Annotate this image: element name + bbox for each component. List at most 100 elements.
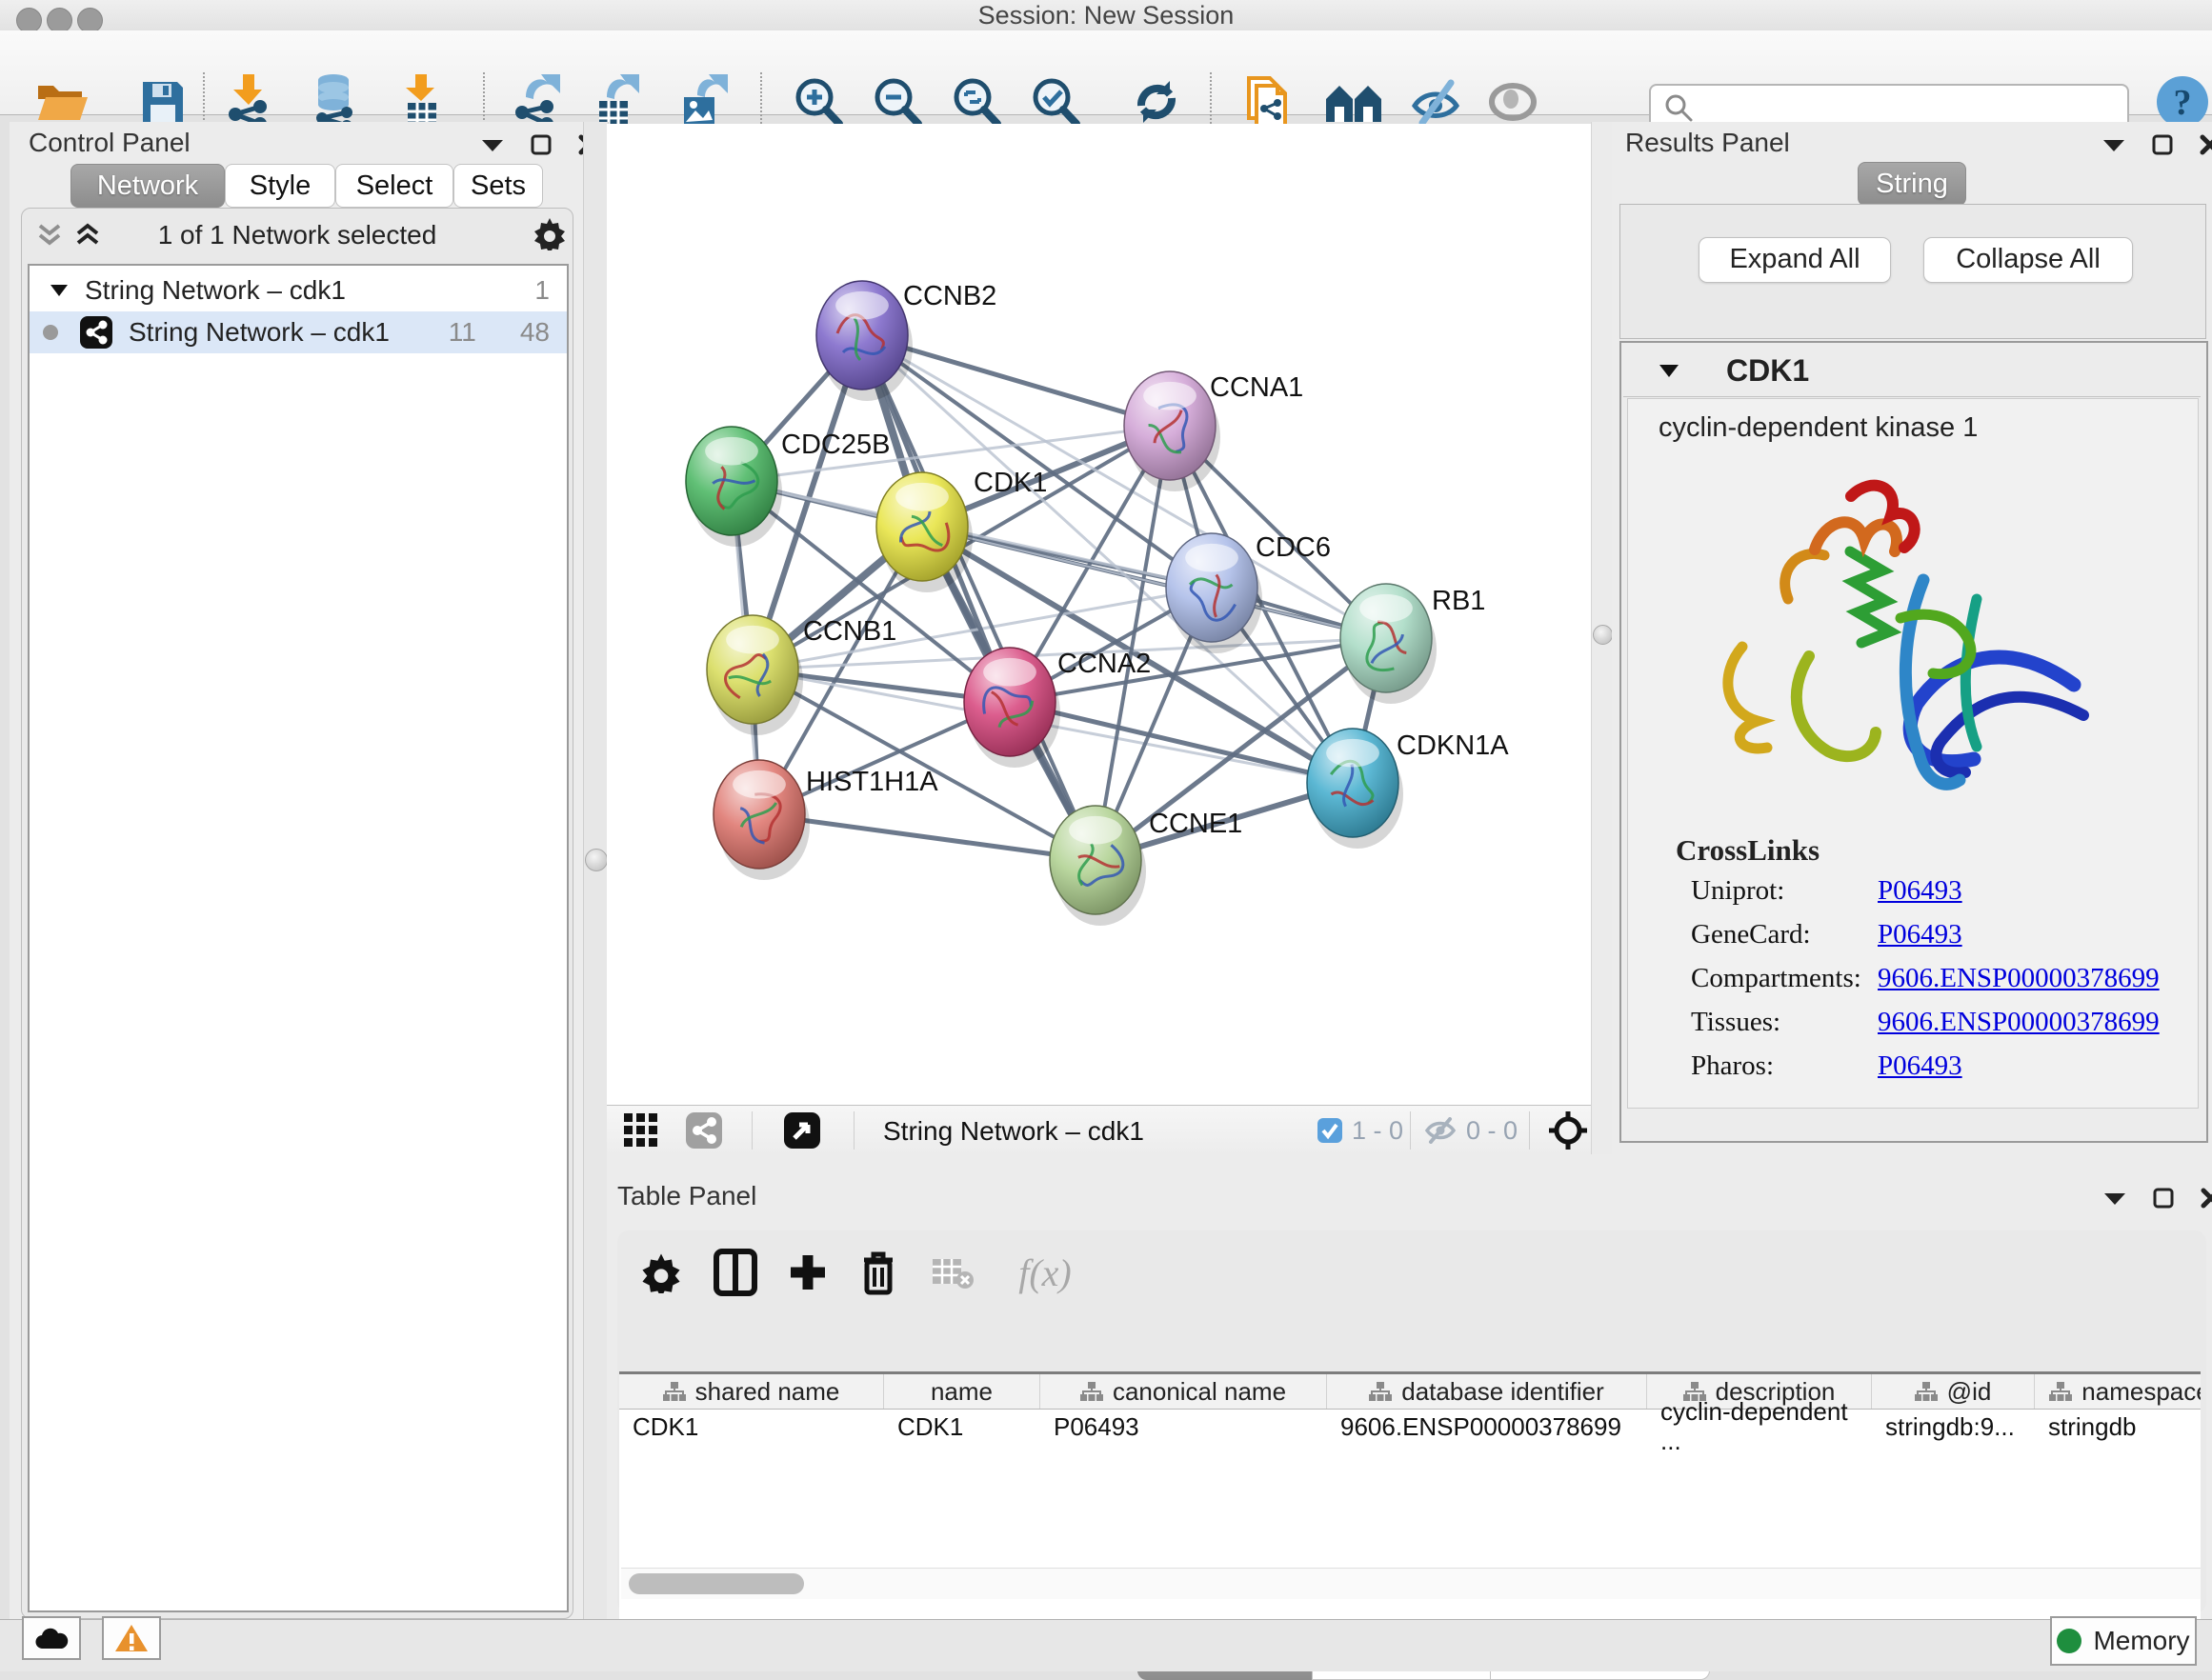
network-list-group: 1 of 1 Network selected String Network –…: [21, 208, 573, 1619]
column-label: database identifier: [1401, 1377, 1603, 1407]
navigator-icon: [783, 1111, 821, 1150]
fit-selected-button[interactable]: [1548, 1110, 1588, 1150]
panel-menu-icon[interactable]: [2101, 136, 2126, 153]
crosslink-row: Tissues: 9606.ENSP00000378699: [1691, 1007, 2160, 1038]
share-icon: [685, 1111, 723, 1150]
table-settings-button[interactable]: [634, 1246, 688, 1299]
table-cell[interactable]: 9606.ENSP00000378699: [1327, 1410, 1647, 1444]
column-header-shared-name[interactable]: shared name: [619, 1374, 884, 1409]
tab-network[interactable]: Network: [70, 164, 225, 208]
gene-description: cyclin-dependent kinase 1: [1659, 412, 1978, 444]
collection-count: 1: [534, 275, 550, 306]
zoom-in-icon: [790, 74, 845, 130]
function-builder-button[interactable]: f(x): [1002, 1246, 1088, 1299]
crosslink-link[interactable]: P06493: [1878, 875, 1962, 907]
table-row[interactable]: CDK1CDK1P064939606.ENSP00000378699cyclin…: [619, 1410, 2201, 1444]
crosslink-link[interactable]: P06493: [1878, 919, 1962, 950]
network-node-CDKN1A[interactable]: CDKN1A: [1307, 729, 1509, 849]
float-panel-icon[interactable]: [2151, 133, 2174, 156]
expand-all-button[interactable]: Expand All: [1699, 237, 1891, 283]
network-node-CCNA1[interactable]: CCNA1: [1124, 371, 1303, 491]
table-horizontal-scrollbar[interactable]: [621, 1568, 2201, 1599]
column-label: shared name: [695, 1377, 840, 1407]
collapse-all-button[interactable]: Collapse All: [1923, 237, 2133, 283]
minimize-window-button[interactable]: [47, 8, 72, 33]
network-node-CDC25B[interactable]: CDC25B: [686, 427, 890, 547]
gene-header[interactable]: CDK1: [1623, 345, 2201, 397]
table-header-row: shared name namecanonical name database id…: [619, 1374, 2201, 1410]
tab-sets[interactable]: Sets: [453, 164, 543, 208]
cloud-icon: [33, 1626, 70, 1650]
network-node-CDK1[interactable]: CDK1: [876, 468, 1047, 592]
vertical-splitter-right[interactable]: [1591, 122, 1613, 1154]
tab-select[interactable]: Select: [335, 164, 453, 208]
table-cell[interactable]: cyclin-dependent ...: [1647, 1410, 1872, 1444]
close-panel-icon[interactable]: [2199, 133, 2212, 156]
network-edge[interactable]: [759, 814, 1096, 860]
cloud-status-button[interactable]: [22, 1616, 81, 1660]
birdseye-view-button[interactable]: [783, 1111, 821, 1150]
memory-button[interactable]: Memory: [2050, 1616, 2197, 1666]
show-columns-button[interactable]: [709, 1246, 762, 1299]
results-panel: Results Panel String Expand All Collapse…: [1612, 122, 2212, 1177]
table-panel: Table Panel f(x): [607, 1154, 2212, 1623]
network-type-button[interactable]: [685, 1111, 723, 1150]
tab-string-results[interactable]: String: [1858, 162, 1966, 206]
network-options-gear-icon[interactable]: [533, 216, 567, 250]
network-node-HIST1H1A[interactable]: HIST1H1A: [714, 760, 938, 880]
network-canvas[interactable]: CCNB2CCNA1CDC25BCDK1CDC6RB1CCNB1CCNA2CDK…: [607, 124, 1591, 1105]
trash-icon: [858, 1249, 898, 1296]
column-header-namespace[interactable]: namespace: [2035, 1374, 2201, 1409]
splitter-grip[interactable]: [1593, 625, 1613, 645]
close-panel-icon[interactable]: [2200, 1187, 2212, 1210]
crosslink-row: Pharos: P06493: [1691, 1050, 1962, 1082]
create-column-button[interactable]: [781, 1246, 835, 1299]
protein-structure-image: [1674, 456, 2150, 828]
memory-label: Memory: [2093, 1626, 2189, 1656]
column-header-database-identifier[interactable]: database identifier: [1327, 1374, 1647, 1409]
gear-icon: [640, 1251, 682, 1293]
column-header-name[interactable]: name: [884, 1374, 1040, 1409]
network-node-CCNB1[interactable]: CCNB1: [707, 615, 896, 735]
splitter-grip[interactable]: [585, 849, 608, 871]
float-panel-icon[interactable]: [530, 133, 553, 156]
column-header--id[interactable]: @id: [1872, 1374, 2035, 1409]
node-label: HIST1H1A: [806, 767, 938, 797]
expander-icon[interactable]: [49, 283, 70, 298]
search-input[interactable]: [1702, 92, 2127, 124]
save-icon: [139, 78, 187, 126]
crosshair-icon: [1548, 1110, 1588, 1150]
gene-symbol: CDK1: [1726, 353, 1809, 389]
network-view-toolbar: String Network – cdk1 1 - 0 0 - 0: [607, 1105, 1591, 1155]
float-panel-icon[interactable]: [2152, 1187, 2175, 1210]
maximize-window-button[interactable]: [77, 8, 103, 33]
table-cell[interactable]: stringdb: [2035, 1410, 2201, 1444]
table-cell[interactable]: P06493: [1040, 1410, 1327, 1444]
panel-menu-icon[interactable]: [480, 136, 505, 153]
network-collection-row[interactable]: String Network – cdk1 1: [30, 270, 567, 311]
table-cell[interactable]: stringdb:9...: [1872, 1410, 2035, 1444]
node-label: CCNE1: [1149, 809, 1242, 839]
close-window-button[interactable]: [16, 8, 42, 33]
warning-icon: [114, 1623, 149, 1653]
table-cell[interactable]: CDK1: [884, 1410, 1040, 1444]
network-row-selected[interactable]: String Network – cdk1 11 48: [30, 311, 567, 353]
crosslink-link[interactable]: 9606.ENSP00000378699: [1878, 963, 2160, 994]
delete-column-button[interactable]: [852, 1246, 905, 1299]
scrollbar-thumb[interactable]: [629, 1573, 804, 1594]
vertical-splitter-left[interactable]: [583, 122, 609, 1619]
delete-table-button[interactable]: [926, 1246, 979, 1299]
crosslink-link[interactable]: P06493: [1878, 1050, 1962, 1082]
table-cell[interactable]: CDK1: [619, 1410, 884, 1444]
grid-mode-button[interactable]: [624, 1113, 658, 1148]
column-header-canonical-name[interactable]: canonical name: [1040, 1374, 1327, 1409]
panel-menu-icon[interactable]: [2102, 1190, 2127, 1207]
collapse-gene-icon[interactable]: [1658, 363, 1680, 379]
crosslink-link[interactable]: 9606.ENSP00000378699: [1878, 1007, 2160, 1038]
crosslink-label: Uniprot:: [1691, 875, 1878, 907]
network-node-RB1[interactable]: RB1: [1340, 584, 1485, 704]
refresh-icon: [1130, 75, 1183, 129]
warnings-button[interactable]: [102, 1616, 161, 1660]
tab-style[interactable]: Style: [225, 164, 335, 208]
network-node-CCNB2[interactable]: CCNB2: [816, 281, 996, 401]
